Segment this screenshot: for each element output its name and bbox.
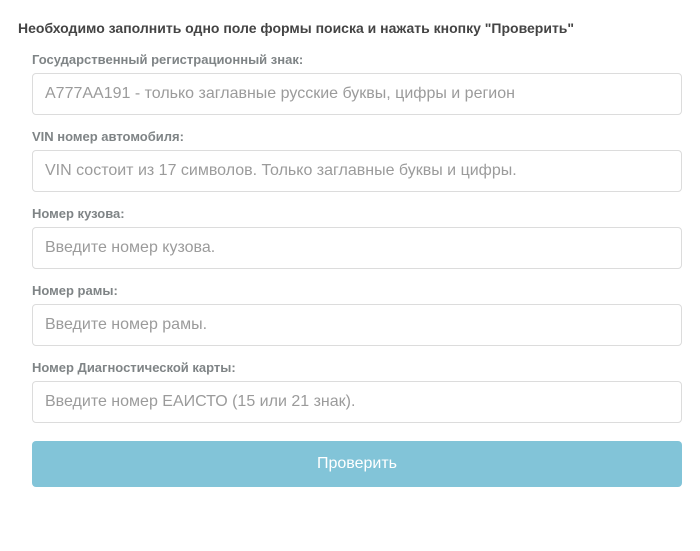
field-group-frame: Номер рамы:: [32, 283, 682, 346]
vin-input[interactable]: [32, 150, 682, 192]
field-group-vin: VIN номер автомобиля:: [32, 129, 682, 192]
body-number-input[interactable]: [32, 227, 682, 269]
frame-number-input[interactable]: [32, 304, 682, 346]
registration-input[interactable]: [32, 73, 682, 115]
body-number-label: Номер кузова:: [32, 206, 682, 221]
form-instruction: Необходимо заполнить одно поле формы пои…: [18, 20, 682, 36]
check-button[interactable]: Проверить: [32, 441, 682, 487]
diagnostic-card-label: Номер Диагностической карты:: [32, 360, 682, 375]
search-form: Государственный регистрационный знак: VI…: [18, 52, 682, 487]
field-group-diagnostic: Номер Диагностической карты:: [32, 360, 682, 423]
frame-number-label: Номер рамы:: [32, 283, 682, 298]
field-group-registration: Государственный регистрационный знак:: [32, 52, 682, 115]
diagnostic-card-input[interactable]: [32, 381, 682, 423]
registration-label: Государственный регистрационный знак:: [32, 52, 682, 67]
vin-label: VIN номер автомобиля:: [32, 129, 682, 144]
field-group-body: Номер кузова:: [32, 206, 682, 269]
